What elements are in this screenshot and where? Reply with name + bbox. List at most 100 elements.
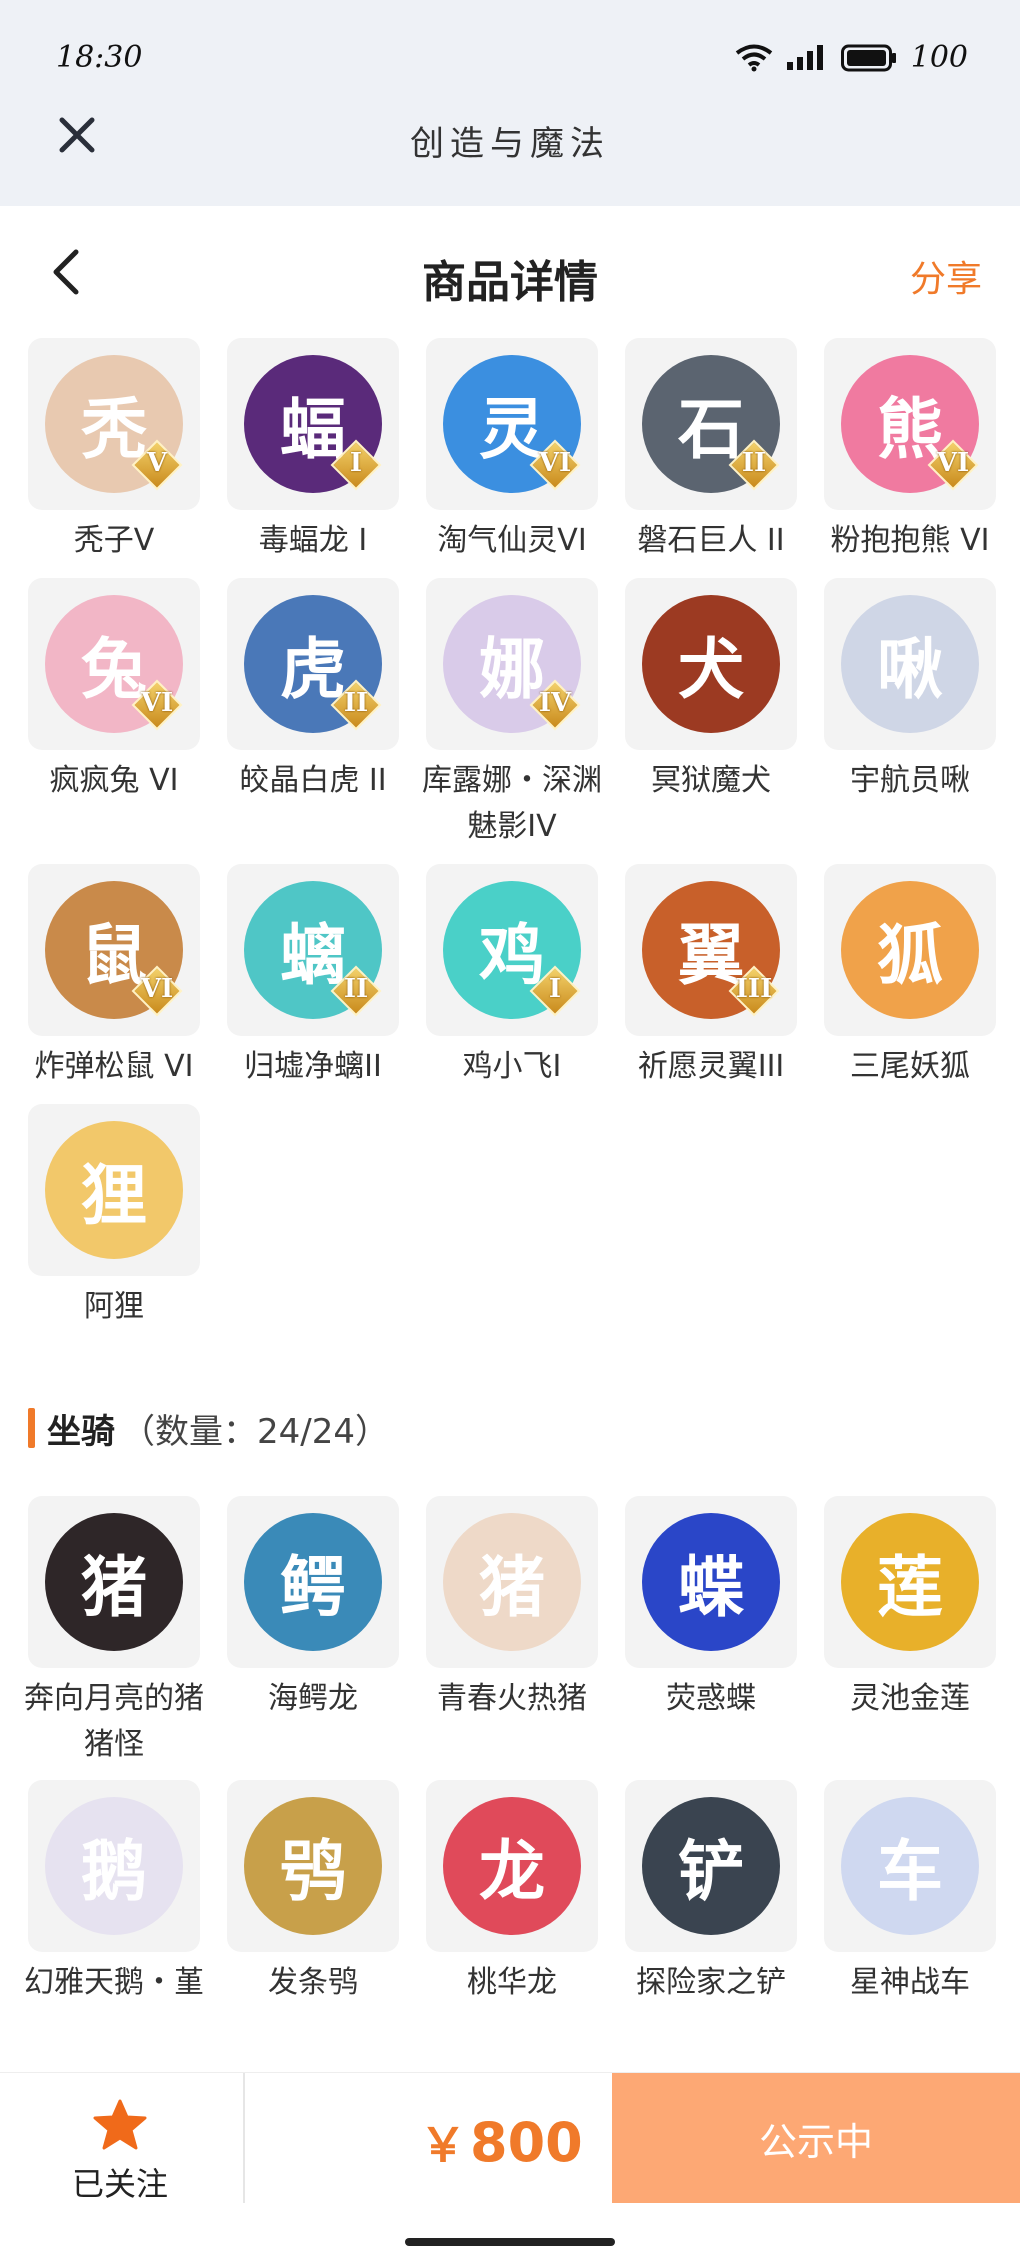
pet-thumbnail: 鸡I <box>426 864 598 1036</box>
pet-image: 啾 <box>841 595 979 733</box>
pet-name: 归墟净螭II <box>244 1049 382 1084</box>
pet-item[interactable]: 兔 VI 疯疯兔 VI <box>28 578 200 850</box>
mount-item[interactable]: 鸮发条鸮 <box>227 1780 399 2006</box>
pet-item[interactable]: 娜 IV 库露娜・深渊魅影IV <box>422 578 602 850</box>
pet-thumbnail: 啾 <box>824 578 996 750</box>
status-cta-button[interactable]: 公示中 <box>612 2073 1020 2203</box>
mount-image: 鳄 <box>244 1513 382 1651</box>
star-icon <box>93 2099 147 2150</box>
mount-item[interactable]: 猪奔向月亮的猪猪怪 <box>24 1496 204 1768</box>
tier-badge: VI <box>927 439 979 491</box>
pet-item[interactable]: 螭 II 归墟净螭II <box>227 864 399 1090</box>
pet-image: 狸 <box>45 1121 183 1259</box>
mount-thumbnail: 莲 <box>824 1496 996 1668</box>
tier-badge: II <box>728 439 780 491</box>
mount-item[interactable]: 蝶荧惑蝶 <box>625 1496 797 1768</box>
price: ￥800 <box>420 2109 583 2175</box>
pet-item[interactable]: 虎 II 皎晶白虎 II <box>227 578 399 850</box>
pet-thumbnail: 灵 VI <box>426 338 598 510</box>
divider <box>243 2073 245 2203</box>
mount-image: 蝶 <box>642 1513 780 1651</box>
pet-item[interactable]: 狸阿狸 <box>28 1104 200 1330</box>
pet-name: 皎晶白虎 II <box>239 763 387 798</box>
pet-name: 秃子V <box>73 523 155 558</box>
tier-badge: V <box>131 439 183 491</box>
page-header: 商品详情 分享 <box>0 206 1020 334</box>
pet-name: 炸弹松鼠 VI <box>34 1049 194 1084</box>
status-time: 18:30 <box>56 40 143 75</box>
follow-label: 已关注 <box>71 2165 168 2203</box>
mount-image: 莲 <box>841 1513 979 1651</box>
pet-thumbnail: 熊 VI <box>824 338 996 510</box>
pet-name: 三尾妖狐 <box>850 1049 970 1084</box>
mount-image: 猪 <box>443 1513 581 1651</box>
pet-name: 祈愿灵翼III <box>637 1049 785 1084</box>
battery-level: 100 <box>910 40 968 75</box>
signal-icon <box>786 44 823 70</box>
mount-image: 铲 <box>642 1797 780 1935</box>
mount-item[interactable]: 铲探险家之铲 <box>625 1780 797 2006</box>
pet-thumbnail: 蝠I <box>227 338 399 510</box>
pet-name: 阿狸 <box>84 1289 144 1324</box>
tier-badge: VI <box>529 439 581 491</box>
tier-badge: I <box>330 439 382 491</box>
mount-item[interactable]: 莲灵池金莲 <box>824 1496 996 1768</box>
pet-item[interactable]: 狐三尾妖狐 <box>824 864 996 1090</box>
section-title: 坐骑 <box>47 1411 115 1452</box>
mount-name: 青春火热猪 <box>437 1681 587 1716</box>
follow-button[interactable]: 已关注 <box>60 2099 180 2205</box>
mount-name: 海鳄龙 <box>268 1681 358 1716</box>
mount-name: 探险家之铲 <box>636 1965 786 2000</box>
mount-thumbnail: 蝶 <box>625 1496 797 1668</box>
mount-thumbnail: 猪 <box>28 1496 200 1668</box>
tier-badge: II <box>330 965 382 1017</box>
pet-name: 库露娜・深渊魅影IV <box>422 763 602 844</box>
mount-name: 荧惑蝶 <box>666 1681 756 1716</box>
tier-badge: I <box>529 965 581 1017</box>
mount-item[interactable]: 鹅幻雅天鹅・堇 <box>24 1780 204 2006</box>
currency-symbol: ￥ <box>420 2118 466 2172</box>
pet-thumbnail: 犬 <box>625 578 797 750</box>
pet-image: 狐 <box>841 881 979 1019</box>
mount-item[interactable]: 猪青春火热猪 <box>426 1496 598 1768</box>
mount-thumbnail: 铲 <box>625 1780 797 1952</box>
pet-item[interactable]: 啾宇航员啾 <box>824 578 996 850</box>
pet-name: 疯疯兔 VI <box>49 763 179 798</box>
top-bar <box>0 0 1020 206</box>
home-indicator[interactable] <box>405 2238 615 2246</box>
pet-item[interactable]: 灵 VI 淘气仙灵VI <box>426 338 598 564</box>
mount-image: 猪 <box>45 1513 183 1651</box>
section-count: （数量：24/24） <box>121 1411 389 1452</box>
mount-image: 鹅 <box>45 1797 183 1935</box>
pet-item[interactable]: 秃 V 秃子V <box>28 338 200 564</box>
mount-name: 发条鸮 <box>268 1965 358 2000</box>
pet-thumbnail: 狸 <box>28 1104 200 1276</box>
pet-name: 鸡小飞I <box>462 1049 562 1084</box>
mounts-section-header: 坐骑 （数量：24/24） <box>28 1404 389 1452</box>
share-button[interactable]: 分享 <box>910 250 982 302</box>
pet-item[interactable]: 蝠 I 毒蝠龙 I <box>227 338 399 564</box>
pet-item[interactable]: 鸡 I 鸡小飞I <box>426 864 598 1090</box>
pet-thumbnail: 虎 II <box>227 578 399 750</box>
pet-item[interactable]: 犬冥狱魔犬 <box>625 578 797 850</box>
pet-item[interactable]: 鼠 VI 炸弹松鼠 VI <box>28 864 200 1090</box>
tier-badge: VI <box>131 679 183 731</box>
pet-thumbnail: 石 II <box>625 338 797 510</box>
mount-item[interactable]: 车星神战车 <box>824 1780 996 2006</box>
pet-item[interactable]: 翼 III 祈愿灵翼III <box>625 864 797 1090</box>
mount-thumbnail: 鸮 <box>227 1780 399 1952</box>
mount-thumbnail: 龙 <box>426 1780 598 1952</box>
mount-image: 鸮 <box>244 1797 382 1935</box>
pet-thumbnail: 鼠 VI <box>28 864 200 1036</box>
pet-item[interactable]: 石 II 磐石巨人 II <box>625 338 797 564</box>
mount-item[interactable]: 龙桃华龙 <box>426 1780 598 2006</box>
pet-thumbnail: 娜 IV <box>426 578 598 750</box>
mount-name: 幻雅天鹅・堇 <box>24 1965 204 2000</box>
page-title: 商品详情 <box>422 257 598 308</box>
pet-item[interactable]: 熊 VI 粉抱抱熊 VI <box>824 338 996 564</box>
pet-image: 犬 <box>642 595 780 733</box>
mount-item[interactable]: 鳄海鳄龙 <box>227 1496 399 1768</box>
mount-name: 星神战车 <box>850 1965 970 2000</box>
pet-thumbnail: 翼 III <box>625 864 797 1036</box>
mount-image: 车 <box>841 1797 979 1935</box>
